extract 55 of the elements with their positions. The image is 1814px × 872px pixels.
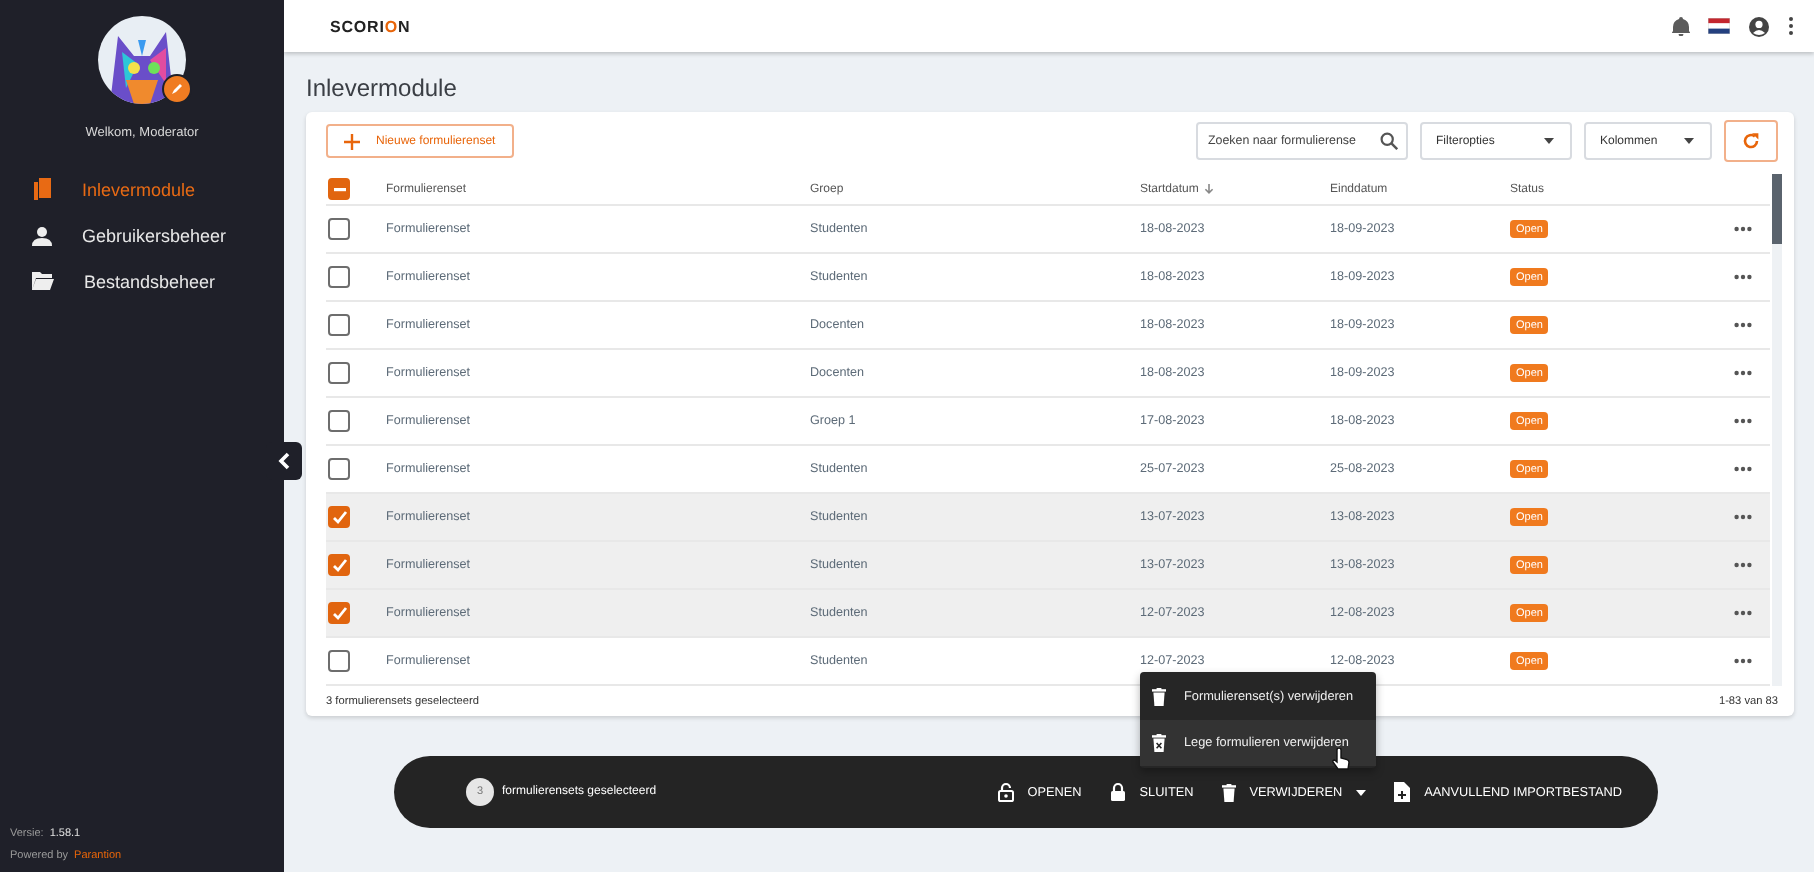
sidebar-item[interactable]: Gebruikersbeheer — [0, 216, 284, 254]
check-icon — [331, 557, 347, 573]
caret-down-icon — [1544, 138, 1554, 144]
lock-icon — [1109, 782, 1126, 802]
checkbox[interactable] — [328, 650, 350, 672]
hand-pointer-icon — [1332, 748, 1350, 770]
more-options-icon[interactable] — [1734, 658, 1752, 664]
check-icon — [331, 509, 347, 525]
trash-x-icon — [1152, 734, 1166, 752]
trash-icon — [1152, 688, 1166, 706]
file-plus-icon — [1394, 782, 1411, 802]
user-icon — [32, 225, 52, 245]
account-icon[interactable] — [1748, 15, 1770, 37]
edit-button[interactable] — [162, 74, 192, 104]
more-options-icon[interactable] — [1734, 322, 1752, 328]
sidebar-item[interactable]: Inlevermodule — [0, 170, 284, 208]
caret-down-icon — [1684, 138, 1694, 144]
checkbox[interactable] — [328, 178, 350, 200]
checkbox[interactable] — [328, 506, 350, 528]
minus-icon — [333, 187, 345, 191]
checkbox[interactable] — [328, 554, 350, 576]
more-vertical-icon[interactable] — [1788, 16, 1794, 36]
refresh-icon — [1742, 132, 1760, 150]
more-options-icon[interactable] — [1734, 370, 1752, 376]
page-title: Inlevermodule — [306, 74, 459, 102]
checkbox[interactable] — [328, 314, 350, 336]
more-options-icon[interactable] — [1734, 274, 1752, 280]
more-options-icon[interactable] — [1734, 562, 1752, 568]
more-options-icon[interactable] — [1734, 418, 1752, 424]
app-logo: SCORION — [330, 17, 411, 35]
refresh-button[interactable] — [1724, 120, 1778, 162]
chevron-left-icon — [278, 452, 290, 470]
folder-icon — [32, 272, 54, 290]
trash-icon — [1221, 783, 1236, 801]
checkbox[interactable] — [328, 218, 350, 240]
pencil-icon — [170, 82, 184, 96]
bell-icon[interactable] — [1672, 16, 1690, 36]
check-icon — [331, 605, 347, 621]
book-icon — [32, 178, 52, 200]
more-options-icon[interactable] — [1734, 226, 1752, 232]
search-icon — [1380, 132, 1398, 150]
unlocked-lock-icon — [997, 782, 1014, 802]
flag-icon[interactable] — [1708, 18, 1730, 34]
more-options-icon[interactable] — [1734, 610, 1752, 616]
caret-down-icon — [1356, 789, 1367, 795]
checkbox[interactable] — [328, 458, 350, 480]
more-options-icon[interactable] — [1734, 514, 1752, 520]
sidebar-item[interactable]: Bestandsbeheer — [0, 262, 284, 300]
checkbox[interactable] — [328, 410, 350, 432]
scrollbar[interactable] — [1772, 174, 1782, 686]
plus-icon — [344, 133, 360, 149]
checkbox[interactable] — [328, 602, 350, 624]
more-options-icon[interactable] — [1734, 466, 1752, 472]
checkbox[interactable] — [328, 266, 350, 288]
checkbox[interactable] — [328, 362, 350, 384]
